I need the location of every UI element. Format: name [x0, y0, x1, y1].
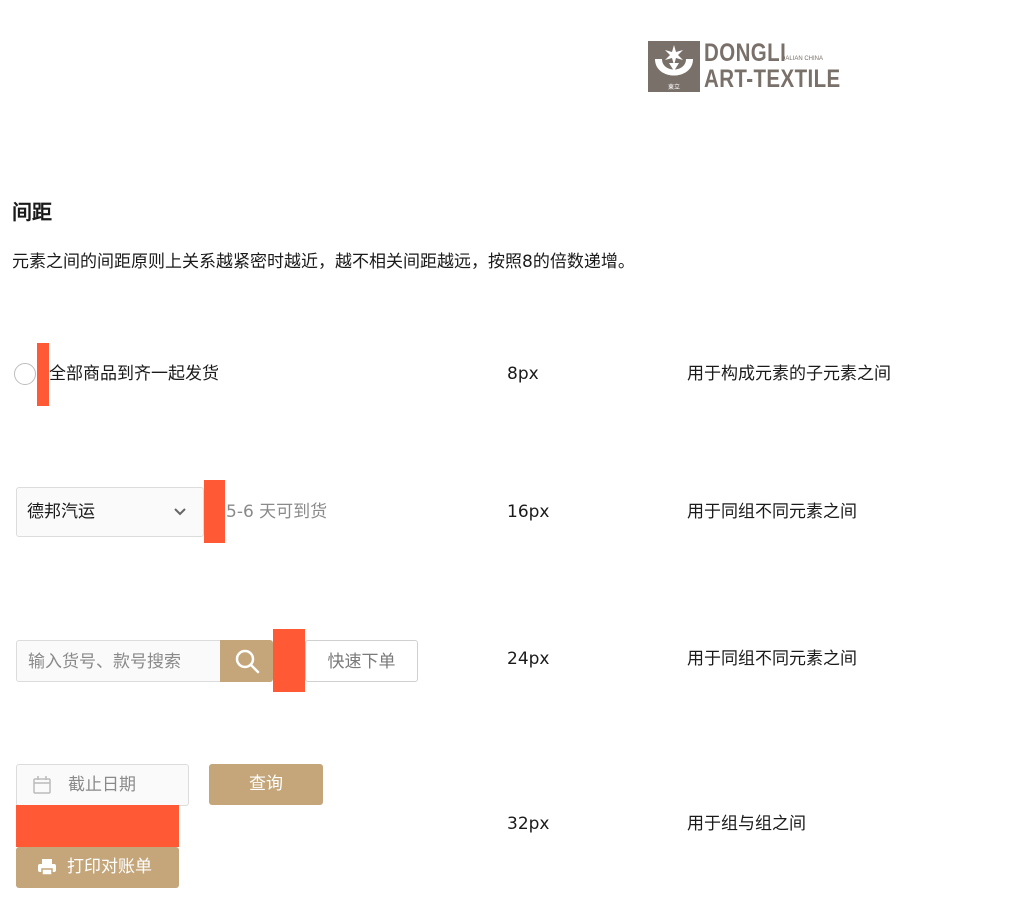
spacing-usage: 用于构成元素的子元素之间 [687, 364, 891, 384]
print-label: 打印对账单 [67, 857, 152, 877]
spacing-usage: 用于同组不同元素之间 [687, 502, 857, 522]
query-label: 查询 [249, 774, 283, 794]
due-date-input[interactable]: 截止日期 [16, 764, 189, 806]
svg-text:東立: 東立 [668, 83, 680, 91]
query-button[interactable]: 查询 [209, 764, 323, 805]
spacing-value: 24px [507, 649, 550, 669]
logo-text-dongli: DONGLI [704, 39, 787, 67]
logo-emblem-icon: 東立 [648, 41, 700, 92]
radio-button[interactable] [14, 363, 36, 385]
spacing-value: 8px [507, 364, 539, 384]
radio-label[interactable]: 全部商品到齐一起发货 [49, 362, 219, 386]
logo-text-dalian: DALIAN CHINA [781, 56, 824, 62]
calendar-icon [32, 775, 52, 795]
print-statement-button[interactable]: 打印对账单 [16, 847, 179, 888]
search-icon [234, 648, 260, 678]
select-value: 德邦汽运 [27, 502, 95, 522]
date-placeholder: 截止日期 [68, 775, 136, 795]
shipping-method-select[interactable]: 德邦汽运 [16, 487, 204, 537]
spacing-indicator-8px [37, 343, 49, 406]
spacing-value: 16px [507, 502, 550, 522]
search-button[interactable] [220, 640, 273, 682]
search-input[interactable]: 输入货号、款号搜索 [16, 640, 221, 682]
spacing-usage: 用于组与组之间 [687, 814, 806, 834]
logo-text-art-textile: ART-TEXTILE [704, 65, 841, 93]
printer-icon [37, 858, 57, 876]
search-placeholder: 输入货号、款号搜索 [28, 652, 181, 672]
spacing-value: 32px [507, 814, 550, 834]
chevron-down-icon [173, 504, 187, 518]
brand-logo: 東立 DONGLI DALIAN CHINA ART-TEXTILE [648, 39, 840, 94]
delivery-hint: 5-6 天可到货 [226, 502, 328, 522]
quick-order-label: 快速下单 [327, 652, 396, 672]
section-description: 元素之间的间距原则上关系越紧密时越近，越不相关间距越远，按照8的倍数递增。 [12, 252, 635, 272]
quick-order-button[interactable]: 快速下单 [305, 640, 418, 682]
spacing-usage: 用于同组不同元素之间 [687, 649, 857, 669]
spacing-indicator-16px [204, 480, 225, 543]
spacing-indicator-24px [273, 629, 305, 692]
section-title: 间距 [12, 200, 52, 224]
spacing-indicator-32px [16, 805, 179, 847]
